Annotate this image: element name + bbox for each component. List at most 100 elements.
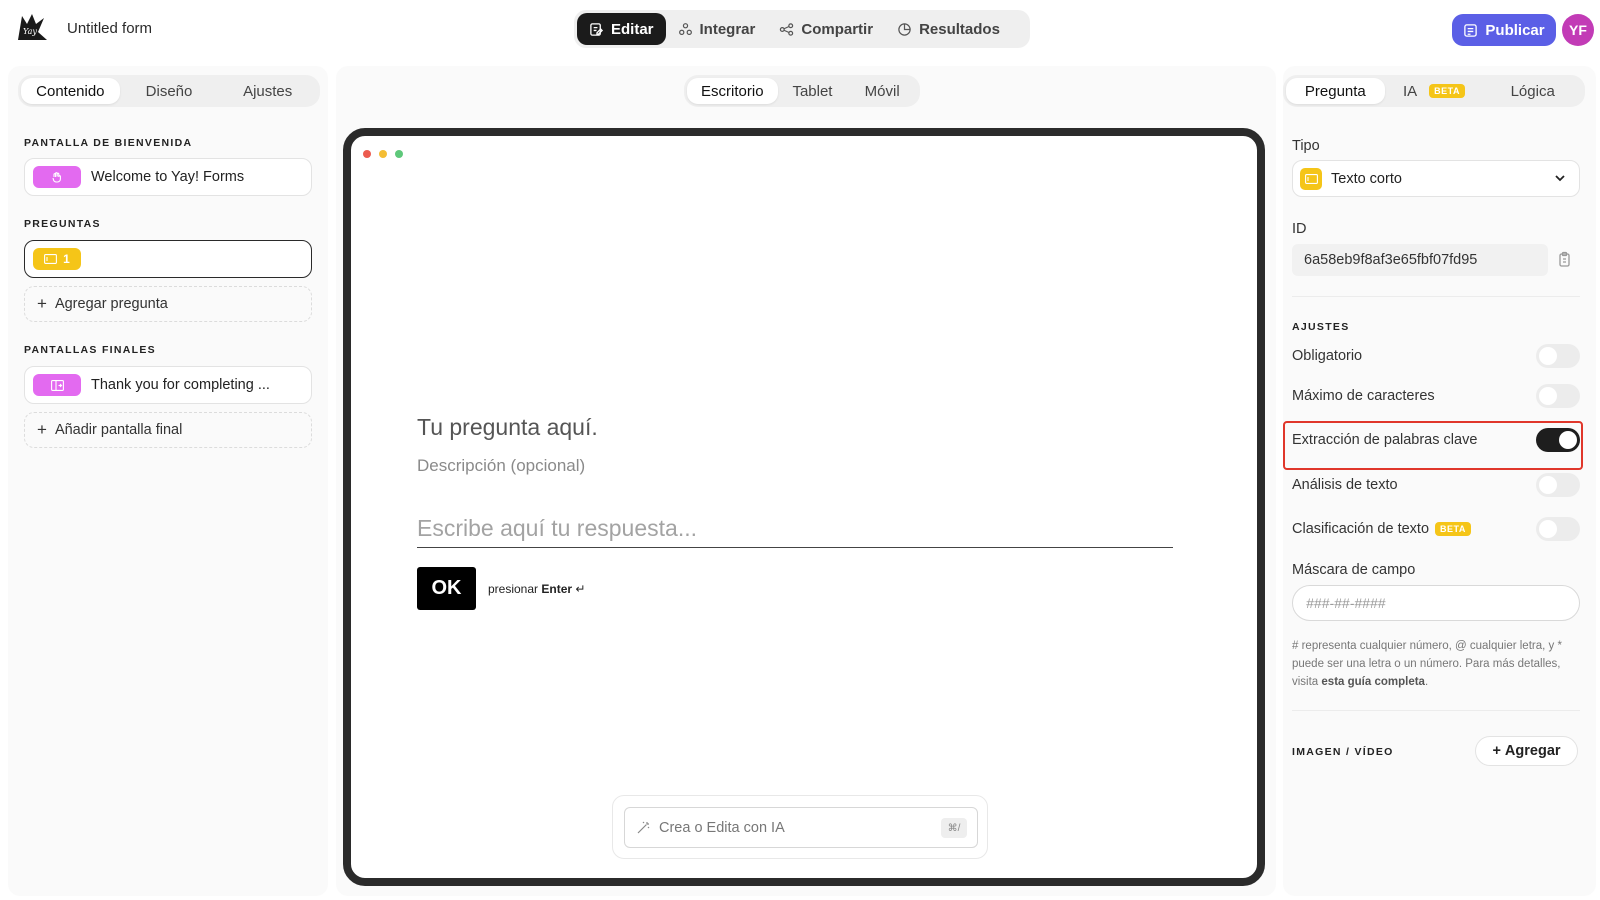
device-tabs: Escritorio Tablet Móvil <box>684 75 920 107</box>
right-tabs: Pregunta IA BETA Lógica <box>1283 75 1585 107</box>
text-analysis-toggle[interactable] <box>1536 473 1580 497</box>
hand-wave-icon <box>33 166 81 188</box>
field-mask-label: Máscara de campo <box>1292 562 1416 578</box>
mask-guide-link[interactable]: esta guía completa <box>1321 676 1425 688</box>
question-type-value: Texto corto <box>1331 170 1402 187</box>
return-icon: ↵ <box>575 582 586 596</box>
add-question-button[interactable]: + Agregar pregunta <box>24 286 312 322</box>
tab-ajustes[interactable]: Ajustes <box>218 78 317 104</box>
close-dot <box>363 150 371 158</box>
ai-prompt-placeholder: Crea o Edita con IA <box>659 819 785 836</box>
exit-screen-icon <box>33 374 81 396</box>
form-title[interactable]: Untitled form <box>67 20 152 37</box>
id-label: ID <box>1292 221 1307 237</box>
window-dots <box>363 150 403 158</box>
publish-icon <box>1464 23 1478 37</box>
question-item[interactable]: 1 <box>24 240 312 278</box>
mode-tabs: Editar Integrar Compartir Resultados <box>574 10 1030 48</box>
tab-resultados-label: Resultados <box>919 20 1000 38</box>
svg-text:Yay: Yay <box>23 27 37 36</box>
divider <box>1292 710 1580 711</box>
add-media-button[interactable]: + Agregar <box>1475 736 1578 766</box>
ai-prompt-input[interactable]: Crea o Edita con IA ⌘/ <box>624 807 978 848</box>
text-analysis-label: Análisis de texto <box>1292 477 1398 493</box>
answer-input[interactable] <box>417 510 1173 548</box>
tab-compartir-label: Compartir <box>801 20 874 38</box>
maximize-dot <box>395 150 403 158</box>
tab-movil[interactable]: Móvil <box>847 78 917 104</box>
mask-help-text: # representa cualquier número, @ cualqui… <box>1292 637 1582 691</box>
tab-ia[interactable]: IA BETA <box>1385 78 1484 104</box>
divider <box>1292 296 1580 297</box>
tab-logica[interactable]: Lógica <box>1483 78 1582 104</box>
share-icon <box>780 22 794 36</box>
tab-resultados[interactable]: Resultados <box>885 13 1012 45</box>
type-label: Tipo <box>1292 138 1320 154</box>
plus-icon: + <box>37 420 47 439</box>
ok-button[interactable]: OK <box>417 567 476 610</box>
settings-section-label: AJUSTES <box>1292 321 1350 333</box>
tab-integrar-label: Integrar <box>699 20 756 38</box>
plus-icon: + <box>37 294 47 313</box>
keyboard-shortcut: ⌘/ <box>941 818 967 838</box>
endings-section-label: PANTALLAS FINALES <box>24 344 156 356</box>
add-ending-button[interactable]: + Añadir pantalla final <box>24 412 312 448</box>
tab-tablet[interactable]: Tablet <box>778 78 848 104</box>
tab-ia-label: IA <box>1402 82 1418 100</box>
required-label: Obligatorio <box>1292 348 1363 364</box>
ending-item-label: Thank you for completing ... <box>91 377 270 393</box>
text-classification-text: Clasificación de texto <box>1292 521 1430 537</box>
short-text-icon: 1 <box>33 248 81 270</box>
welcome-screen-item[interactable]: Welcome to Yay! Forms <box>24 158 312 196</box>
keyword-extraction-label: Extracción de palabras clave <box>1292 432 1478 448</box>
tab-contenido[interactable]: Contenido <box>21 78 120 104</box>
welcome-section-label: PANTALLA DE BIENVENIDA <box>24 137 193 149</box>
avatar[interactable]: YF <box>1562 14 1594 46</box>
tab-compartir[interactable]: Compartir <box>767 13 885 45</box>
welcome-item-label: Welcome to Yay! Forms <box>91 169 245 185</box>
beta-badge: BETA <box>1429 84 1466 98</box>
short-text-icon <box>1300 167 1322 190</box>
yay-logo-icon[interactable]: Yay <box>14 10 50 46</box>
tab-editar-label: Editar <box>611 20 654 38</box>
max-chars-label: Máximo de caracteres <box>1292 388 1435 404</box>
edit-icon <box>590 22 604 36</box>
tab-pregunta[interactable]: Pregunta <box>1286 78 1385 104</box>
add-ending-label: Añadir pantalla final <box>54 422 183 438</box>
question-id-field[interactable]: 6a58eb9f8af3e65fbf07fd95 <box>1292 244 1548 276</box>
tab-diseno[interactable]: Diseño <box>120 78 219 104</box>
tab-escritorio[interactable]: Escritorio <box>687 78 778 104</box>
help-period: . <box>1424 676 1429 688</box>
top-bar: Yay Untitled form Editar Integrar Compar… <box>0 0 1600 62</box>
question-description[interactable]: Descripción (opcional) <box>417 456 585 476</box>
add-question-label: Agregar pregunta <box>54 296 168 312</box>
ending-screen-item[interactable]: Thank you for completing ... <box>24 366 312 404</box>
minimize-dot <box>379 150 387 158</box>
question-type-select[interactable]: Texto corto <box>1292 160 1580 197</box>
enter-prefix: presionar <box>488 582 539 596</box>
keyword-extraction-toggle[interactable] <box>1536 428 1580 452</box>
media-section-label: IMAGEN / VÍDEO <box>1292 746 1394 758</box>
text-classification-label: Clasificación de texto BETA <box>1292 521 1471 537</box>
max-chars-toggle[interactable] <box>1536 384 1580 408</box>
enter-hint: presionar Enter ↵ <box>488 582 585 596</box>
question-title[interactable]: Tu pregunta aquí. <box>417 414 598 441</box>
publish-label: Publicar <box>1485 21 1545 39</box>
field-mask-input[interactable] <box>1292 585 1580 621</box>
magic-wand-icon <box>637 821 650 833</box>
results-icon <box>898 22 911 36</box>
chevron-down-icon <box>1555 175 1565 182</box>
desktop-preview-frame: Tu pregunta aquí. Descripción (opcional)… <box>343 128 1265 886</box>
tab-integrar[interactable]: Integrar <box>666 13 768 45</box>
tab-editar[interactable]: Editar <box>577 13 666 45</box>
copy-icon[interactable] <box>1556 251 1574 269</box>
ai-prompt-container: Crea o Edita con IA ⌘/ <box>612 795 988 859</box>
text-classification-toggle[interactable] <box>1536 517 1580 541</box>
enter-key: Enter <box>541 582 573 596</box>
integrate-icon <box>678 22 692 35</box>
publish-button[interactable]: Publicar <box>1452 14 1556 46</box>
plus-icon: + <box>1492 743 1501 759</box>
required-toggle[interactable] <box>1536 344 1580 368</box>
beta-badge: BETA <box>1435 522 1471 537</box>
questions-section-label: PREGUNTAS <box>24 218 101 230</box>
